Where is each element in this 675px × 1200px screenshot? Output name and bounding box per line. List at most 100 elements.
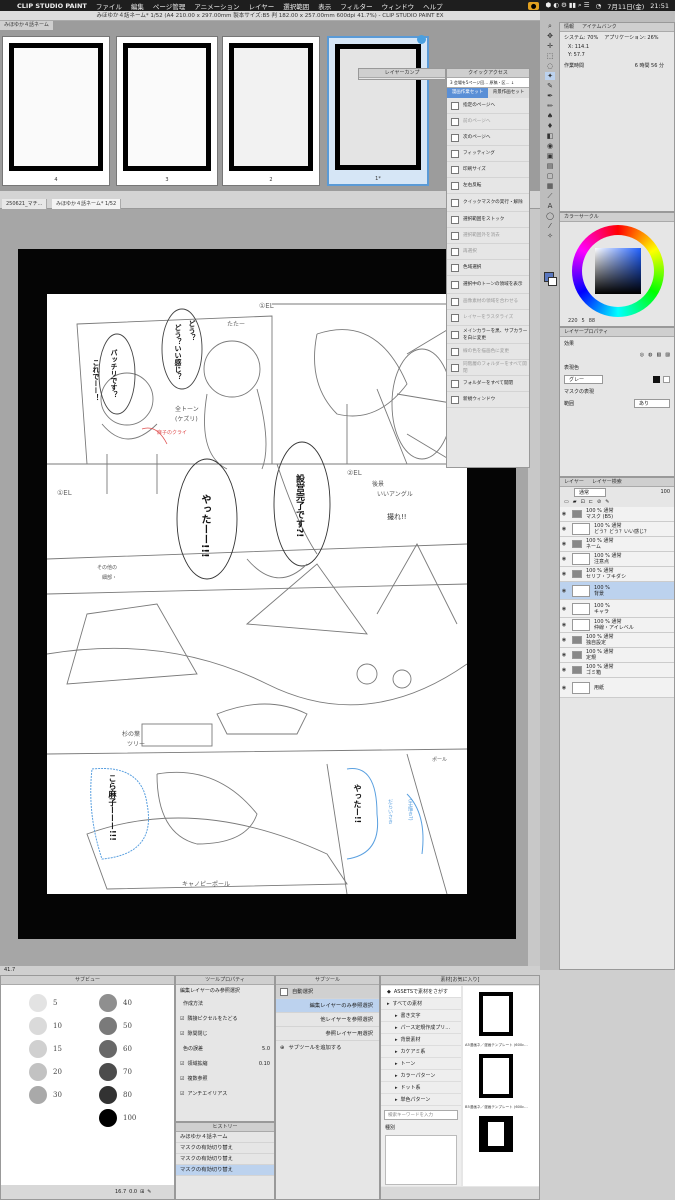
sub-tool-item-1[interactable]: 他レイヤーを参照選択	[276, 1013, 379, 1027]
tool-property-value[interactable]: 0.10	[259, 1061, 270, 1067]
eyedropper-icon[interactable]: ✎	[545, 82, 555, 90]
tool-property-row[interactable]: ☑ 複数参照	[176, 1071, 274, 1086]
tool-property-row[interactable]: ☑ アンチエイリアス	[176, 1086, 274, 1101]
doc-tab-2[interactable]: みほゆか４話ネーム* 1/52	[52, 199, 122, 209]
quick-access-item[interactable]: 画像素材の領域を合わせる	[447, 294, 529, 310]
eye-icon[interactable]: ◉	[560, 652, 568, 658]
material-thumb-a5[interactable]	[479, 992, 513, 1036]
eye-icon[interactable]: ◉	[560, 541, 568, 547]
material-tree-item[interactable]: ▸ すべての素材	[381, 998, 461, 1010]
sub-tool-item-2[interactable]: 参照レイヤー用選択	[276, 1027, 379, 1041]
page-thumb-1[interactable]: 1*	[327, 36, 429, 186]
eye-icon[interactable]: ◉	[560, 571, 568, 577]
tab-manga-set[interactable]: 漫画作業セット	[447, 88, 488, 98]
checkbox-icon[interactable]: ☑	[180, 1061, 184, 1067]
eye-icon[interactable]: ◉	[560, 667, 568, 673]
gray-dot[interactable]	[99, 1016, 117, 1035]
layer-row[interactable]: ◉ 100 % 通常 注意点	[560, 552, 674, 567]
quick-access-item[interactable]: フィッティング	[447, 146, 529, 162]
gray-dot[interactable]	[29, 1108, 47, 1127]
chevron-right-icon[interactable]: ▸	[395, 1082, 398, 1094]
tool-property-row[interactable]: 作成方法	[176, 996, 274, 1011]
effect-icon-1[interactable]: ◎	[640, 352, 644, 358]
material-tree-item[interactable]: ▸ トーン	[381, 1058, 461, 1070]
gray-dot[interactable]	[99, 993, 117, 1012]
material-tree-item[interactable]: ▸ 背景素材	[381, 1034, 461, 1046]
eye-icon[interactable]: ◉	[560, 685, 568, 691]
new-folder-icon[interactable]: ▰	[573, 499, 577, 505]
layer-row[interactable]: ◉ 100 % 通常 独自設定	[560, 633, 674, 648]
ref-icon[interactable]: ⊘	[597, 499, 601, 505]
menu-layer[interactable]: レイヤー	[248, 1, 274, 11]
chevron-right-icon[interactable]: ▸	[395, 1094, 398, 1106]
quick-access-item[interactable]: 同階層のフォルダーをすべて開閉	[447, 360, 529, 376]
assets-search-link[interactable]: ◆ ASSETSで素材をさがす	[381, 986, 461, 998]
opacity-value[interactable]: 100	[660, 489, 670, 495]
history-item[interactable]: マスクの有効切り替え	[176, 1154, 274, 1165]
quick-access-item[interactable]: 再選択	[447, 244, 529, 260]
layer-row[interactable]: ◉ 100 % 通常 セリフ・フキダシ	[560, 567, 674, 582]
history-item[interactable]: マスクの有効切り替え	[176, 1143, 274, 1154]
material-tree-item[interactable]: ▸ 単色パターン	[381, 1094, 461, 1106]
mic-icon[interactable]: ●	[527, 1, 540, 10]
page-thumb-2[interactable]: 2	[222, 36, 320, 186]
sub-tool-item-0[interactable]: 編集レイヤーのみ参照選択	[276, 999, 379, 1013]
lasso-tool-icon[interactable]: ◌	[545, 62, 555, 70]
layer-row[interactable]: ◉ 100 % 通常 ゴミ箱	[560, 663, 674, 678]
tab-layer-search[interactable]: レイヤー検索	[592, 478, 622, 486]
gray-dot[interactable]	[29, 1062, 47, 1081]
quick-access-item[interactable]: メインカラーを黒、サブカラーを白に変更	[447, 326, 529, 344]
subview-fit-icon[interactable]: ⊞	[140, 1189, 144, 1195]
airbrush-icon[interactable]: ♦	[545, 122, 555, 130]
material-tree-item[interactable]: ▸ カケアミ系	[381, 1046, 461, 1058]
add-sub-tool-button[interactable]: ⊕ サブツールを追加する	[276, 1041, 379, 1055]
chevron-right-icon[interactable]: ▸	[387, 998, 390, 1010]
quick-access-item[interactable]: 選択範囲外を消去	[447, 228, 529, 244]
tool-property-row[interactable]: ☑ 隙間閉じ	[176, 1026, 274, 1041]
app-menu[interactable]: CLIP STUDIO PAINT	[17, 2, 87, 10]
page-thumb-3[interactable]: 3	[116, 36, 218, 186]
menu-page[interactable]: ページ管理	[153, 1, 185, 11]
subview-zoom[interactable]: 16.7	[115, 1189, 126, 1195]
checkbox-icon[interactable]: ☑	[180, 1076, 184, 1082]
eye-icon[interactable]: ◉	[560, 637, 568, 643]
menu-help[interactable]: ヘルプ	[423, 1, 443, 11]
text-tool-icon[interactable]: A	[545, 202, 555, 210]
gradient-icon[interactable]: ▤	[545, 162, 555, 170]
sub-tool-group[interactable]: 自動選択	[276, 985, 379, 999]
tab-item-bank[interactable]: アイテムバンク	[582, 23, 617, 31]
pencil-tool-icon[interactable]: ✏	[545, 102, 555, 110]
gray-dot[interactable]	[99, 1062, 117, 1081]
material-search-input[interactable]: 検索キーワードを入力	[384, 1110, 458, 1120]
gray-dot[interactable]	[29, 993, 47, 1012]
material-thumb-b5[interactable]	[479, 1054, 513, 1098]
eye-icon[interactable]: ◉	[560, 622, 568, 628]
menu-view[interactable]: 表示	[318, 1, 331, 11]
sub-color-swatch[interactable]	[548, 277, 557, 286]
brush-tool-icon[interactable]: ♠	[545, 112, 555, 120]
effect-icon-4[interactable]: ▨	[665, 352, 670, 358]
gray-dot[interactable]	[99, 1085, 117, 1104]
effect-icon-3[interactable]: ▧	[657, 352, 662, 358]
subview-eyedropper-icon[interactable]: ✎	[147, 1189, 151, 1195]
material-tree-item[interactable]: ▸ 書き文字	[381, 1010, 461, 1022]
history-item[interactable]: マスクの有効切り替え	[176, 1165, 274, 1176]
color-chip-black[interactable]	[653, 375, 660, 383]
correct-tool-icon[interactable]: ✧	[545, 232, 555, 240]
effect-icon-2[interactable]: ◍	[648, 352, 652, 358]
menu-window[interactable]: ウィンドウ	[382, 1, 415, 11]
gray-dot[interactable]	[29, 1085, 47, 1104]
gray-dot[interactable]	[29, 1016, 47, 1035]
eye-icon[interactable]: ◉	[560, 526, 568, 532]
chevron-right-icon[interactable]: ▸	[395, 1058, 398, 1070]
subview-angle[interactable]: 0.0	[129, 1189, 137, 1195]
gray-swatch-sheet[interactable]: 5 40 10 50 15 60 20 70 30 80 100	[1, 985, 174, 1129]
quick-access-item[interactable]: 新規ウィンドウ	[447, 392, 529, 408]
zoom-readout[interactable]: 41.7	[4, 967, 15, 973]
zoom-tool-icon[interactable]: ⌕	[545, 22, 555, 30]
tool-property-value[interactable]: 5.0	[262, 1046, 270, 1052]
manga-page[interactable]: やったーー!!! 設営完了です?! パッチリです？ これでーー！ どう？いい感じ…	[47, 294, 467, 894]
eye-icon[interactable]: ◉	[560, 606, 568, 612]
chevron-right-icon[interactable]: ▸	[395, 1070, 398, 1082]
quick-access-item[interactable]: 前のページへ	[447, 114, 529, 130]
